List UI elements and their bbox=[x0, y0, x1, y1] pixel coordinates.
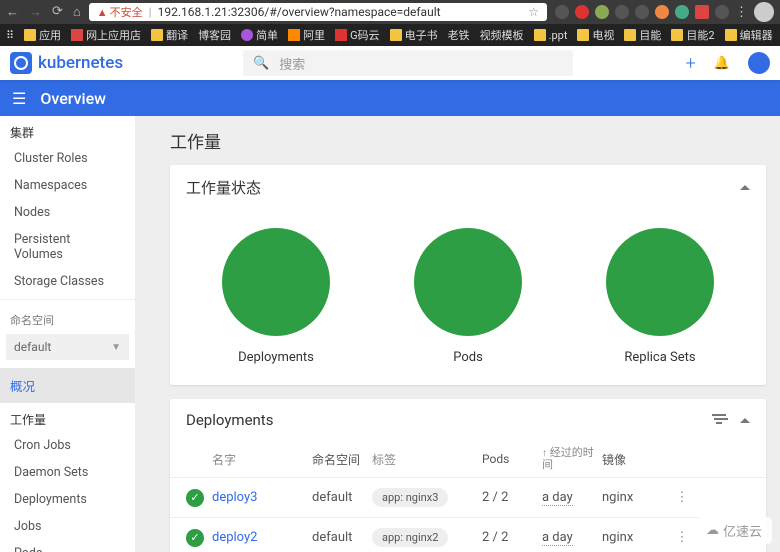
bookmark-item[interactable]: .ppt bbox=[534, 29, 568, 42]
hamburger-icon[interactable]: ☰ bbox=[12, 89, 26, 108]
sidebar-item-overview[interactable]: 概况 bbox=[0, 368, 135, 403]
sidebar-item-namespaces[interactable]: Namespaces bbox=[0, 172, 135, 199]
table-header: 名字 命名空间 标签 Pods ↑ 经过的时间 镜像 bbox=[170, 441, 766, 477]
sidebar-item-persistent-volumes[interactable]: Persistent Volumes bbox=[0, 226, 135, 268]
workload-status-card: 工作量状态 Deployments Pods Replica Sets bbox=[170, 165, 766, 385]
extension-icons: ⋮ bbox=[555, 2, 774, 22]
namespace-select[interactable]: default ▼ bbox=[6, 334, 129, 360]
bookmark-item[interactable]: 网上应用店 bbox=[71, 27, 141, 43]
bookmark-item[interactable]: 博客园 bbox=[198, 27, 231, 43]
label-tag: app: nginx3 bbox=[372, 488, 448, 507]
home-icon[interactable]: ⌂ bbox=[73, 4, 81, 20]
pie-icon bbox=[606, 228, 714, 336]
status-ok-icon: ✓ bbox=[186, 489, 204, 507]
forward-icon[interactable]: → bbox=[29, 4, 42, 20]
table-row: ✓ deploy2 default app: nginx2 2 / 2 a da… bbox=[170, 517, 766, 552]
url-text: 192.168.1.21:32306/#/overview?namespace=… bbox=[158, 5, 441, 19]
bookmark-item[interactable]: 应用 bbox=[24, 27, 61, 43]
watermark: ☁ 亿速云 bbox=[696, 517, 772, 544]
sidebar: 集群 Cluster Roles Namespaces Nodes Persis… bbox=[0, 116, 136, 552]
status-ok-icon: ✓ bbox=[186, 529, 204, 547]
sidebar-section-namespace: 命名空间 bbox=[0, 304, 135, 332]
pie-icon bbox=[414, 228, 522, 336]
sidebar-item-deployments[interactable]: Deployments bbox=[0, 486, 135, 513]
filter-icon[interactable] bbox=[712, 414, 726, 426]
bookmark-item[interactable]: 电视 bbox=[577, 27, 614, 43]
chart-pods: Pods bbox=[414, 228, 522, 365]
deployments-card: Deployments 名字 命名空间 标签 Pods ↑ 经过的时间 镜像 ✓… bbox=[170, 399, 766, 552]
card-title: Deployments bbox=[186, 411, 273, 429]
sidebar-item-cluster-roles[interactable]: Cluster Roles bbox=[0, 145, 135, 172]
sidebar-section-cluster: 集群 bbox=[0, 116, 135, 145]
bookmark-item[interactable]: 编辑器 bbox=[725, 27, 773, 43]
row-menu-icon[interactable]: ⋮ bbox=[672, 490, 692, 505]
bookmarks-bar: ⠿ 应用 网上应用店 翻译 博客园 简单 阿里 G码云 电子书 老铁 视频模板 … bbox=[0, 24, 780, 46]
sidebar-item-pods[interactable]: Pods bbox=[0, 540, 135, 552]
deployment-link[interactable]: deploy2 bbox=[212, 530, 312, 545]
account-icon[interactable] bbox=[748, 52, 770, 74]
bookmark-item[interactable]: G码云 bbox=[335, 27, 380, 43]
sidebar-item-nodes[interactable]: Nodes bbox=[0, 199, 135, 226]
collapse-icon[interactable] bbox=[740, 418, 750, 423]
create-button[interactable]: + bbox=[686, 53, 696, 74]
search-input[interactable]: 🔍 搜索 bbox=[243, 50, 573, 76]
back-icon[interactable]: ← bbox=[6, 4, 19, 20]
table-row: ✓ deploy3 default app: nginx3 2 / 2 a da… bbox=[170, 477, 766, 517]
chart-deployments: Deployments bbox=[222, 228, 330, 365]
bookmark-item[interactable]: 目能2 bbox=[671, 27, 714, 43]
menu-icon[interactable]: ⋮ bbox=[735, 5, 748, 20]
bookmark-item[interactable]: 老铁 bbox=[448, 27, 470, 43]
bookmark-item[interactable]: 翻译 bbox=[151, 27, 188, 43]
sidebar-item-storage-classes[interactable]: Storage Classes bbox=[0, 268, 135, 295]
kubernetes-logo[interactable]: kubernetes bbox=[10, 52, 123, 74]
pie-icon bbox=[222, 228, 330, 336]
content-title: 工作量 bbox=[170, 128, 766, 153]
row-menu-icon[interactable]: ⋮ bbox=[672, 530, 692, 545]
bookmark-item[interactable]: 电子书 bbox=[390, 27, 438, 43]
insecure-warning-icon: ▲ 不安全 bbox=[97, 4, 143, 20]
page-title: Overview bbox=[40, 89, 106, 108]
label-tag: app: nginx2 bbox=[372, 528, 448, 547]
address-bar[interactable]: ▲ 不安全 | 192.168.1.21:32306/#/overview?na… bbox=[89, 3, 547, 21]
sidebar-item-cronjobs[interactable]: Cron Jobs bbox=[0, 432, 135, 459]
content-area: 工作量 工作量状态 Deployments Pods Replica Sets bbox=[136, 116, 780, 552]
deployment-link[interactable]: deploy3 bbox=[212, 490, 312, 505]
notifications-icon[interactable]: 🔔 bbox=[714, 56, 730, 71]
bookmark-item[interactable]: 阿里 bbox=[288, 27, 325, 43]
card-title: 工作量状态 bbox=[186, 177, 261, 198]
chart-replicasets: Replica Sets bbox=[606, 228, 714, 365]
cloud-icon: ☁ bbox=[706, 523, 719, 538]
profile-avatar[interactable] bbox=[754, 2, 774, 22]
star-icon[interactable]: ☆ bbox=[528, 5, 539, 19]
chevron-down-icon: ▼ bbox=[111, 342, 121, 353]
reload-icon[interactable]: ⟳ bbox=[52, 4, 63, 20]
app-topbar: kubernetes 🔍 搜索 + 🔔 bbox=[0, 46, 780, 80]
sidebar-section-workloads: 工作量 bbox=[0, 403, 135, 432]
browser-bar: ← → ⟳ ⌂ ▲ 不安全 | 192.168.1.21:32306/#/ove… bbox=[0, 0, 780, 24]
collapse-icon[interactable] bbox=[740, 185, 750, 190]
apps-icon[interactable]: ⠿ bbox=[6, 29, 14, 42]
bookmark-item[interactable]: 目能 bbox=[624, 27, 661, 43]
sidebar-item-jobs[interactable]: Jobs bbox=[0, 513, 135, 540]
sidebar-item-daemonsets[interactable]: Daemon Sets bbox=[0, 459, 135, 486]
bookmark-item[interactable]: 简单 bbox=[241, 27, 278, 43]
search-icon: 🔍 bbox=[253, 56, 269, 71]
page-header: ☰ Overview bbox=[0, 80, 780, 116]
bookmark-item[interactable]: 视频模板 bbox=[480, 27, 524, 43]
